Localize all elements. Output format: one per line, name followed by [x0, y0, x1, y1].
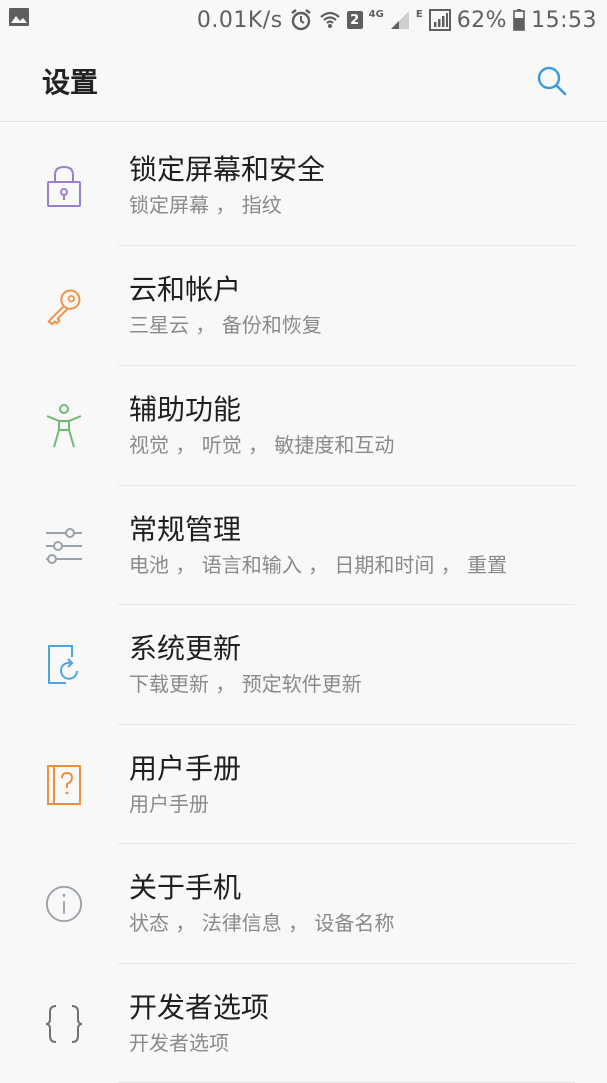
settings-item-subtitle: 开发者选项 [129, 1030, 229, 1055]
sim-badge: 2 [346, 11, 363, 29]
settings-item-subtitle: 电池 ， 语言和输入 ， 日期和时间 ， 重置 [129, 552, 508, 577]
settings-item-title: 关于手机 [129, 870, 242, 904]
sliders-icon [44, 524, 84, 568]
settings-item-title: 开发者选项 [129, 990, 270, 1024]
settings-item-subtitle: 视觉 ， 听觉 ， 敏捷度和互动 [129, 432, 395, 457]
settings-item-subtitle: 用户手册 [129, 791, 209, 816]
battery-percentage: 62% [456, 7, 508, 33]
settings-item-system-update[interactable]: 系统更新 下载更新 ， 预定软件更新 [0, 605, 607, 724]
info-icon [44, 882, 84, 926]
status-bar: 0.01K/s 2 4G E 62% 15:53 [0, 0, 607, 40]
settings-item-title: 云和帐户 [129, 272, 242, 306]
settings-item-cloud-accounts[interactable]: 云和帐户 三星云 ， 备份和恢复 [0, 246, 607, 365]
settings-item-about-phone[interactable]: 关于手机 状态 ， 法律信息 ， 设备名称 [0, 844, 607, 963]
settings-item-title: 锁定屏幕和安全 [129, 152, 326, 186]
app-bar: 设置 [0, 40, 607, 122]
settings-item-title: 系统更新 [129, 631, 242, 665]
braces-icon [44, 1002, 84, 1046]
settings-item-title: 用户手册 [129, 751, 242, 785]
search-icon [537, 66, 567, 95]
clock: 15:53 [531, 7, 597, 33]
signal-icon-2 [428, 9, 451, 31]
alarm-icon [289, 8, 313, 32]
settings-item-subtitle: 锁定屏幕 ， 指纹 [129, 192, 282, 217]
settings-item-developer-options[interactable]: 开发者选项 开发者选项 [0, 964, 607, 1083]
signal-icon [390, 10, 410, 30]
settings-item-subtitle: 状态 ， 法律信息 ， 设备名称 [129, 910, 395, 935]
user-manual-icon [44, 763, 84, 807]
system-update-icon [44, 643, 84, 687]
network-speed: 0.01K/s [196, 7, 283, 33]
key-icon [44, 284, 84, 328]
page-title: 设置 [42, 65, 99, 99]
settings-item-lock-screen-security[interactable]: 锁定屏幕和安全 锁定屏幕 ， 指纹 [0, 126, 607, 245]
settings-item-user-manual[interactable]: 用户手册 用户手册 [0, 725, 607, 844]
settings-item-general-management[interactable]: 常规管理 电池 ， 语言和输入 ， 日期和时间 ， 重置 [0, 486, 607, 605]
settings-item-title: 辅助功能 [129, 392, 242, 426]
search-button[interactable] [535, 64, 569, 98]
battery-icon [513, 9, 525, 31]
settings-item-accessibility[interactable]: 辅助功能 视觉 ， 听觉 ， 敏捷度和互动 [0, 366, 607, 485]
settings-item-title: 常规管理 [129, 512, 242, 546]
network-type-4g: 4G [368, 8, 384, 20]
lock-icon [44, 164, 84, 208]
settings-item-subtitle: 下载更新 ， 预定软件更新 [129, 671, 362, 696]
network-type-e: E [415, 8, 423, 20]
accessibility-icon [44, 403, 84, 448]
gallery-notification-icon [8, 7, 30, 33]
settings-item-subtitle: 三星云 ， 备份和恢复 [129, 312, 322, 337]
wifi-icon [319, 9, 341, 31]
